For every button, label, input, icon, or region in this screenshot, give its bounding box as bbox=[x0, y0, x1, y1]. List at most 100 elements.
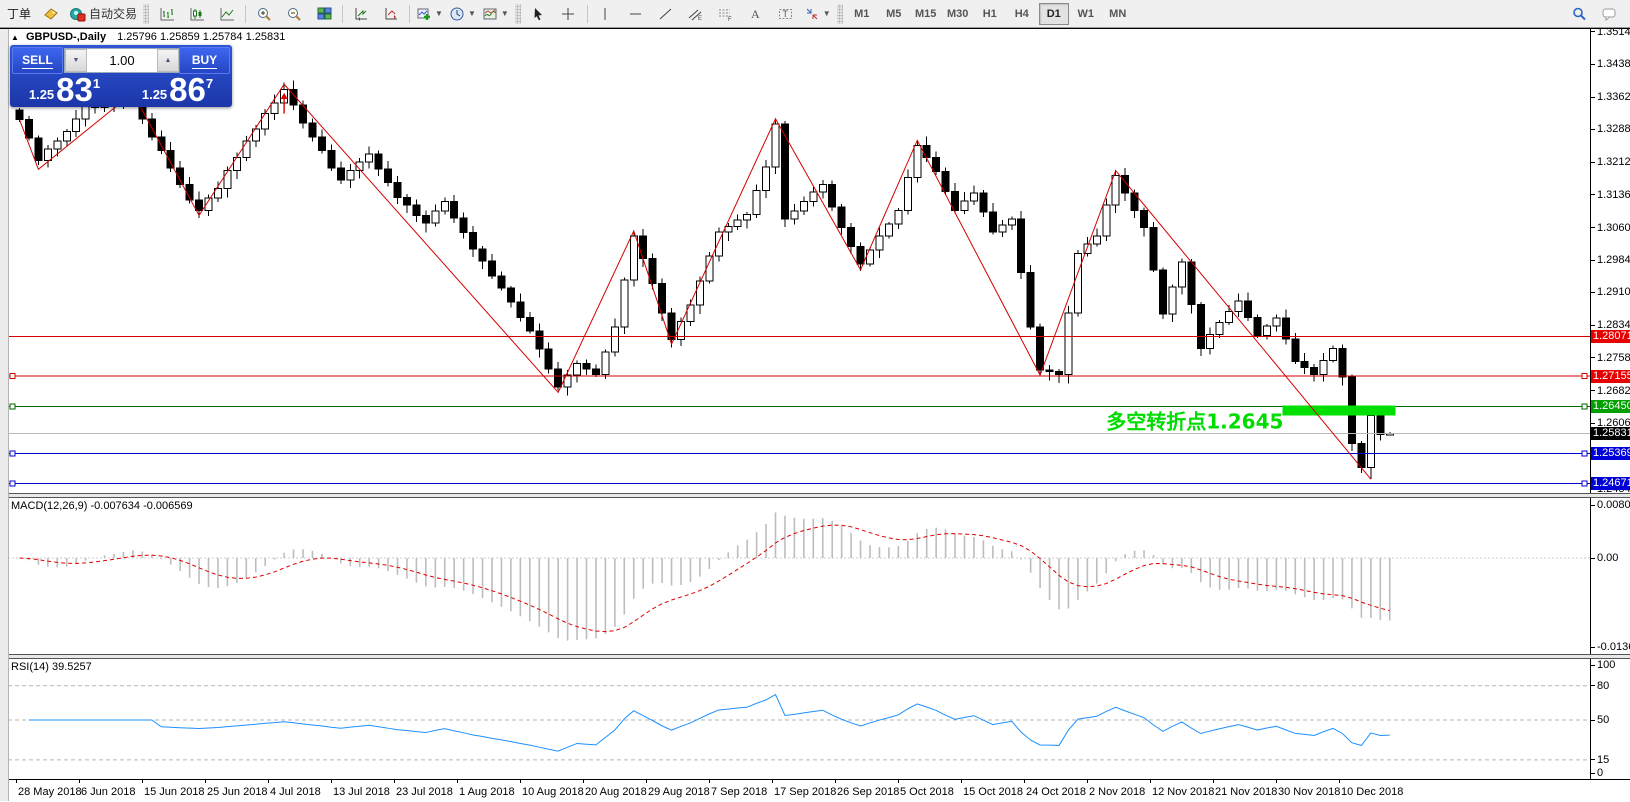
templates-icon[interactable]: ▼ bbox=[479, 2, 512, 26]
macd-tick: -0.0136 bbox=[1591, 641, 1630, 653]
macd-canvas bbox=[8, 498, 1591, 654]
date-label: 10 Aug 2018 bbox=[522, 786, 584, 798]
autotrading-button[interactable]: 自动交易 bbox=[66, 2, 140, 26]
tile-windows-icon[interactable] bbox=[309, 2, 339, 26]
macd-axis: 0.008090.00-0.0136 bbox=[1590, 498, 1630, 654]
line-chart-icon[interactable] bbox=[212, 2, 242, 26]
text-icon[interactable]: A bbox=[741, 2, 771, 26]
time-tick-mark bbox=[646, 780, 647, 783]
one-click-collapse-icon[interactable]: ▲ bbox=[11, 33, 19, 42]
order-button[interactable]: 丁单 bbox=[2, 2, 36, 26]
date-label: 29 Aug 2018 bbox=[648, 786, 710, 798]
macd-label: MACD(12,26,9) -0.007634 -0.006569 bbox=[11, 500, 193, 512]
macd-tick: 0.00809 bbox=[1591, 499, 1630, 511]
price-chart-canvas[interactable]: 多空转折点1.2645 bbox=[8, 29, 1591, 493]
timeframe-m5[interactable]: M5 bbox=[879, 3, 909, 25]
date-label: 5 Oct 2018 bbox=[900, 786, 954, 798]
price-tick: 1.34380 bbox=[1591, 58, 1630, 70]
sell-price[interactable]: 1.25831 bbox=[12, 71, 117, 105]
rsi-tick: 80 bbox=[1591, 680, 1609, 692]
line-handle[interactable] bbox=[1582, 451, 1587, 456]
trendline-icon[interactable] bbox=[651, 2, 681, 26]
search-button[interactable] bbox=[1564, 2, 1594, 26]
time-tick-mark bbox=[709, 780, 710, 783]
symbol-period-label: GBPUSD-,Daily bbox=[26, 31, 106, 43]
text-label-icon[interactable]: T bbox=[771, 2, 801, 26]
line-handle[interactable] bbox=[10, 451, 15, 456]
time-tick-mark bbox=[16, 780, 17, 783]
timeframe-d1[interactable]: D1 bbox=[1039, 3, 1069, 25]
buy-button[interactable]: BUY bbox=[179, 47, 230, 74]
date-label: 15 Oct 2018 bbox=[963, 786, 1023, 798]
macd-pane[interactable]: 0.008090.00-0.0136 MACD(12,26,9) -0.0076… bbox=[0, 498, 1630, 654]
price-axis[interactable]: 1.351401.343801.336201.328801.321201.313… bbox=[1590, 29, 1630, 493]
time-tick-mark bbox=[331, 780, 332, 783]
svg-text:T: T bbox=[783, 9, 789, 19]
bar-chart-icon[interactable] bbox=[152, 2, 182, 26]
date-label: 13 Jul 2018 bbox=[333, 786, 390, 798]
zoom-out-icon[interactable] bbox=[279, 2, 309, 26]
timeframe-mn[interactable]: MN bbox=[1103, 3, 1133, 25]
line-handle[interactable] bbox=[10, 374, 15, 379]
periods-icon[interactable]: ▼ bbox=[446, 2, 479, 26]
date-label: 24 Oct 2018 bbox=[1026, 786, 1086, 798]
rsi-tick: 100 bbox=[1591, 659, 1615, 671]
timeframe-m1[interactable]: M1 bbox=[847, 3, 877, 25]
time-tick-mark bbox=[1339, 780, 1340, 783]
arrange-right-icon[interactable] bbox=[376, 2, 406, 26]
dropdown-caret-icon: ▼ bbox=[823, 9, 831, 18]
time-tick-mark bbox=[1087, 780, 1088, 783]
volume-value[interactable]: 1.00 bbox=[87, 49, 157, 72]
crosshair-icon[interactable] bbox=[554, 2, 584, 26]
timeframe-w1[interactable]: W1 bbox=[1071, 3, 1101, 25]
time-tick-mark bbox=[1150, 780, 1151, 783]
timeframe-m30[interactable]: M30 bbox=[943, 3, 973, 25]
highlight-zone[interactable] bbox=[1282, 406, 1395, 416]
line-handle[interactable] bbox=[10, 481, 15, 486]
fibonacci-icon[interactable]: F bbox=[711, 2, 741, 26]
rsi-tick: 50 bbox=[1591, 714, 1609, 726]
price-tick: 1.27580 bbox=[1591, 352, 1630, 364]
autotrading-label: 自动交易 bbox=[89, 5, 137, 22]
vertical-line-icon[interactable] bbox=[591, 2, 621, 26]
arrange-left-icon[interactable] bbox=[346, 2, 376, 26]
line-handle[interactable] bbox=[1582, 374, 1587, 379]
time-tick-mark bbox=[1213, 780, 1214, 783]
chinese-annotation[interactable]: 多空转折点1.2645 bbox=[1106, 409, 1283, 433]
buy-price[interactable]: 1.25867 bbox=[125, 71, 230, 105]
chat-button[interactable] bbox=[1594, 2, 1624, 26]
main-chart-pane[interactable]: 多空转折点1.2645 1.351401.343801.336201.32880… bbox=[0, 29, 1630, 493]
date-label: 15 Jun 2018 bbox=[144, 786, 205, 798]
timeframe-h4[interactable]: H4 bbox=[1007, 3, 1037, 25]
price-tick: 1.31360 bbox=[1591, 189, 1630, 201]
line-handle[interactable] bbox=[1582, 404, 1587, 409]
line-handle[interactable] bbox=[1582, 481, 1587, 486]
timeframe-m15[interactable]: M15 bbox=[911, 3, 941, 25]
timeframe-h1[interactable]: H1 bbox=[975, 3, 1005, 25]
rsi-pane[interactable]: 1008050150 RSI(14) 39.5257 bbox=[0, 659, 1630, 779]
price-tick: 1.32880 bbox=[1591, 123, 1630, 135]
time-axis[interactable]: 28 May 20186 Jun 201815 Jun 201825 Jun 2… bbox=[0, 779, 1630, 802]
zoom-in-icon[interactable] bbox=[249, 2, 279, 26]
line-handle[interactable] bbox=[10, 404, 15, 409]
time-tick-mark bbox=[772, 780, 773, 783]
rsi-axis: 1008050150 bbox=[1590, 659, 1630, 779]
price-tick: 1.29840 bbox=[1591, 254, 1630, 266]
sell-button[interactable]: SELL bbox=[12, 47, 63, 74]
equidistant-channel-icon[interactable]: E bbox=[681, 2, 711, 26]
svg-text:F: F bbox=[728, 17, 732, 22]
horizontal-line-icon[interactable] bbox=[621, 2, 651, 26]
macd-histogram bbox=[20, 512, 1390, 640]
candlestick-icon[interactable] bbox=[182, 2, 212, 26]
cursor-icon[interactable] bbox=[524, 2, 554, 26]
time-tick-mark bbox=[520, 780, 521, 783]
dropdown-caret-icon: ▼ bbox=[435, 9, 443, 18]
indicators-icon[interactable]: ▼ bbox=[413, 2, 446, 26]
volume-up-button[interactable]: ▲ bbox=[157, 49, 179, 72]
new-order-icon[interactable] bbox=[36, 2, 66, 26]
arrows-icon[interactable]: ▼ bbox=[801, 2, 834, 26]
volume-down-button[interactable]: ▼ bbox=[65, 49, 87, 72]
time-tick-mark bbox=[268, 780, 269, 783]
svg-text:E: E bbox=[698, 16, 702, 22]
date-label: 1 Aug 2018 bbox=[459, 786, 515, 798]
